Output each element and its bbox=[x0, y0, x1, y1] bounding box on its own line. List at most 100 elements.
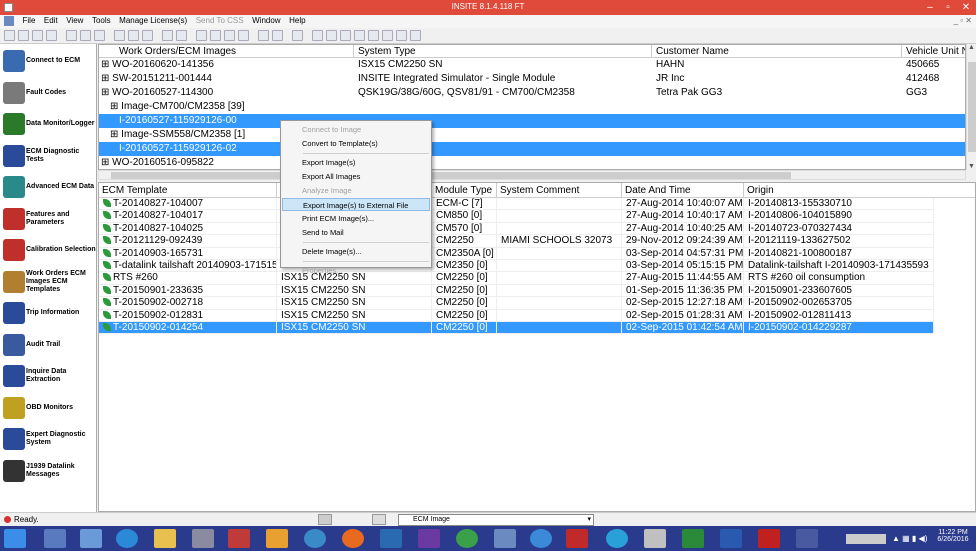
col-system-type[interactable]: System Type bbox=[354, 45, 652, 58]
keyboard-icon[interactable] bbox=[846, 534, 886, 544]
col-date-time[interactable]: Date And Time bbox=[622, 183, 744, 198]
task-app-7[interactable] bbox=[494, 529, 516, 548]
menu-edit[interactable]: Edit bbox=[41, 15, 61, 26]
tree-horizontal-scrollbar[interactable] bbox=[98, 170, 966, 180]
menu-send-to-css[interactable]: Send To CSS bbox=[193, 15, 247, 26]
tree-row[interactable]: I-20160527-115929126-00 bbox=[99, 114, 965, 128]
toolbar-preview-icon[interactable] bbox=[128, 30, 139, 41]
grid-row[interactable]: T-20150902-014254 ISX15 CM2250 SN CM2250 [… bbox=[99, 322, 934, 335]
acrobat-icon[interactable] bbox=[758, 529, 780, 548]
toolbar-template-icon[interactable] bbox=[224, 30, 235, 41]
grid-row[interactable]: T-20140827-104017 CM850 [0] 27-Aug-2014 10… bbox=[99, 210, 934, 223]
context-menu-item[interactable]: Export Image(s) to External File bbox=[282, 198, 430, 211]
toolbar-monitor-icon[interactable] bbox=[312, 30, 323, 41]
skype-icon[interactable] bbox=[606, 529, 628, 548]
image-type-select[interactable]: ECM Image ▾ bbox=[398, 514, 594, 526]
visual-studio-icon[interactable] bbox=[418, 529, 440, 548]
menu-view[interactable]: View bbox=[63, 15, 86, 26]
task-app-1[interactable] bbox=[44, 529, 66, 548]
grid-row[interactable]: T-20121129-092439 CM2250 MIAMI SCHOOLS 320… bbox=[99, 235, 934, 248]
insite-task-icon[interactable] bbox=[644, 529, 666, 548]
task-app-8[interactable] bbox=[530, 529, 552, 548]
grid-row[interactable]: T-20150901-233635 ISX15 CM2250 SN CM2250 [… bbox=[99, 284, 934, 298]
task-app-10[interactable] bbox=[796, 529, 818, 548]
grid-row[interactable]: T-20140903-165731 CM2350A [0] 03-Sep-2014 … bbox=[99, 247, 934, 260]
toolbar-edit-icon[interactable] bbox=[176, 30, 187, 41]
tree-row[interactable]: ⊞ Image-SSM558/CM2358 [1] bbox=[99, 128, 965, 142]
col-ecm-template[interactable]: ECM Template bbox=[99, 183, 277, 198]
toolbar-log-icon[interactable] bbox=[382, 30, 393, 41]
nav-item-1[interactable]: Fault Codes bbox=[0, 78, 97, 108]
toolbar-stop-icon[interactable] bbox=[368, 30, 379, 41]
context-menu-item[interactable]: Send to Mail bbox=[282, 226, 430, 239]
context-menu-item[interactable]: Export All Images bbox=[282, 170, 430, 183]
toolbar-pause-icon[interactable] bbox=[354, 30, 365, 41]
task-app-4[interactable] bbox=[228, 529, 250, 548]
toolbar-play-icon[interactable] bbox=[340, 30, 351, 41]
menu-tools[interactable]: Tools bbox=[89, 15, 114, 26]
col-customer-name[interactable]: Customer Name bbox=[652, 45, 902, 58]
outlook-icon[interactable] bbox=[380, 529, 402, 548]
toolbar-graph-icon[interactable] bbox=[396, 30, 407, 41]
context-menu-item[interactable]: Analyze Image bbox=[282, 184, 430, 197]
firefox-icon[interactable] bbox=[342, 529, 364, 548]
mdi-controls[interactable]: _ ▫ ✕ bbox=[954, 16, 972, 25]
context-menu-item[interactable]: Convert to Template(s) bbox=[282, 137, 430, 150]
nav-item-6[interactable]: Calibration Selection bbox=[0, 235, 97, 265]
status-button-1[interactable] bbox=[318, 514, 332, 525]
explorer-icon[interactable] bbox=[154, 529, 176, 548]
tree-row[interactable]: ⊞ WO-20160516-095822nder) bbox=[99, 156, 965, 169]
expand-icon[interactable]: ⊞ bbox=[101, 157, 112, 168]
col-vehicle-unit[interactable]: Vehicle Unit N bbox=[902, 45, 965, 58]
toolbar-print-icon[interactable] bbox=[114, 30, 125, 41]
toolbar-window-icon[interactable] bbox=[292, 30, 303, 41]
scroll-up-icon[interactable]: ▲ bbox=[968, 44, 975, 51]
toolbar-find-icon[interactable] bbox=[142, 30, 153, 41]
tree-row[interactable]: I-20160527-115929126-02 bbox=[99, 142, 965, 156]
nav-item-11[interactable]: OBD Monitors bbox=[0, 393, 97, 423]
toolbar-paste-icon[interactable] bbox=[94, 30, 105, 41]
toolbar-back-icon[interactable] bbox=[196, 30, 207, 41]
tree-row[interactable]: ⊞ WO-20160620-141356 ISX15 CM2250 SN HAHN 4… bbox=[99, 58, 965, 72]
excel-icon[interactable] bbox=[682, 529, 704, 548]
nav-item-2[interactable]: Data Monitor/Logger bbox=[0, 109, 97, 139]
tree-vertical-scrollbar[interactable]: ▲ ▼ bbox=[966, 44, 976, 170]
expand-icon[interactable]: ⊞ bbox=[101, 87, 112, 98]
nav-item-12[interactable]: Expert Diagnostic System bbox=[0, 424, 97, 454]
toolbar-export-icon[interactable] bbox=[238, 30, 249, 41]
scroll-down-icon[interactable]: ▼ bbox=[968, 163, 975, 170]
expand-icon[interactable]: ⊞ bbox=[110, 129, 121, 140]
tree-row[interactable]: ⊞ Image-CM700/CM2358 [39] bbox=[99, 100, 965, 114]
col-work-orders[interactable]: Work Orders/ECM Images bbox=[99, 45, 354, 58]
toolbar-properties-icon[interactable] bbox=[162, 30, 173, 41]
grid-row[interactable]: RTS #260 ISX15 CM2250 SN CM2250 [0] 27-Aug-… bbox=[99, 272, 934, 285]
grid-row[interactable]: T-20150902-012831 ISX15 CM2250 SN CM2250 [… bbox=[99, 309, 934, 322]
chrome-icon[interactable] bbox=[456, 529, 478, 548]
menu-window[interactable]: Window bbox=[249, 15, 283, 26]
chevron-down-icon[interactable]: ▾ bbox=[587, 515, 591, 525]
nav-item-8[interactable]: Trip Information bbox=[0, 298, 97, 328]
context-menu-item[interactable]: Connect to Image bbox=[282, 123, 430, 136]
grid-row[interactable]: T-20140827-104025 CM570 [0] 27-Aug-2014 10… bbox=[99, 222, 934, 236]
col-origin[interactable]: Origin bbox=[744, 183, 975, 198]
context-menu-item[interactable]: Export Image(s) bbox=[282, 156, 430, 169]
toolbar-filter-icon[interactable] bbox=[272, 30, 283, 41]
toolbar-report-icon[interactable] bbox=[258, 30, 269, 41]
grid-row[interactable]: T-20150902-002718 ISX15 CM2250 SN CM2250 [… bbox=[99, 297, 934, 310]
context-menu-item[interactable]: Properties... bbox=[282, 264, 430, 277]
col-system-comment[interactable]: System Comment bbox=[497, 183, 622, 198]
ie-icon[interactable] bbox=[116, 529, 138, 548]
toolbar-open-icon[interactable] bbox=[18, 30, 29, 41]
col-module-type[interactable]: Module Type bbox=[432, 183, 497, 198]
toolbar-new-icon[interactable] bbox=[4, 30, 15, 41]
clock[interactable]: 11:22 PM 6/26/2016 bbox=[934, 529, 972, 543]
grid-row[interactable]: T-datalink tailshaft 20140903-171515ISL9… bbox=[99, 260, 934, 273]
nav-item-0[interactable]: Connect to ECM bbox=[0, 46, 97, 76]
tree-row[interactable]: ⊞ WO-20160527-114300 QSK19G/38G/60G, QSV8… bbox=[99, 86, 965, 100]
task-app-9[interactable] bbox=[566, 529, 588, 548]
nav-item-10[interactable]: Inquire Data Extraction bbox=[0, 361, 97, 391]
tray-icons[interactable]: ▲ ▦ ▮ ◀) bbox=[892, 534, 927, 543]
grid-row[interactable]: T-20140827-104007 ECM-C [7] 27-Aug-2014 10… bbox=[99, 198, 934, 211]
toolbar-table-icon[interactable] bbox=[410, 30, 421, 41]
maximize-button[interactable]: ▫ bbox=[940, 1, 956, 14]
